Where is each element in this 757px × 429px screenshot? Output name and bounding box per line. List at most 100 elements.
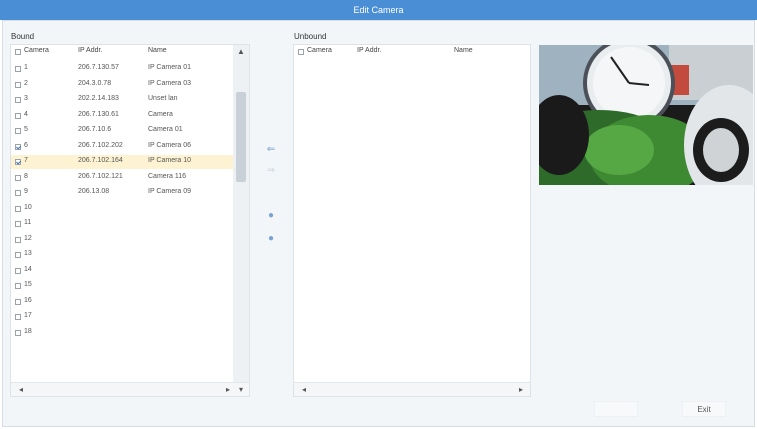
row-checkbox[interactable] bbox=[15, 267, 21, 274]
cell-ip: 206.13.08 bbox=[78, 188, 110, 195]
bound-table: Camera IP Addr. Name 1 206.7.130.57 IP Cam… bbox=[10, 44, 250, 397]
row-checkbox[interactable] bbox=[15, 221, 21, 227]
bound-table-header: Camera IP Addr. Name bbox=[11, 45, 249, 59]
table-row[interactable]: 4 206.7.130.61 Camera bbox=[11, 109, 233, 123]
cell-camera: 14 bbox=[24, 265, 32, 273]
cell-ip: 206.7.130.61 bbox=[78, 110, 119, 118]
row-checkbox[interactable] bbox=[15, 236, 21, 243]
scroll-up-icon[interactable]: ▲ bbox=[237, 47, 245, 56]
cell-name: Unset lan bbox=[148, 95, 178, 102]
table-row[interactable]: 13 bbox=[11, 248, 233, 262]
cell-camera: 8 bbox=[24, 172, 28, 180]
row-checkbox[interactable] bbox=[15, 97, 21, 103]
row-checkbox[interactable] bbox=[15, 174, 21, 181]
row-checkbox[interactable] bbox=[15, 298, 21, 305]
unbound-select-all-checkbox[interactable] bbox=[298, 49, 304, 55]
unbound-horizontal-scrollbar[interactable]: ◂ ▸ bbox=[294, 382, 530, 396]
bound-col-camera[interactable]: Camera bbox=[24, 47, 49, 54]
bound-scroll-thumb[interactable] bbox=[236, 91, 246, 182]
cell-camera: 9 bbox=[24, 188, 28, 195]
exit-button[interactable]: Exit bbox=[682, 401, 726, 417]
cell-name: IP Camera 06 bbox=[148, 141, 192, 149]
table-row[interactable]: 12 bbox=[11, 233, 233, 247]
move-up-icon: ● bbox=[267, 210, 275, 221]
row-checkbox[interactable] bbox=[15, 112, 21, 119]
table-row[interactable]: 7 206.7.102.164 IP Camera 10 bbox=[11, 155, 233, 169]
table-row[interactable]: 11 bbox=[11, 217, 233, 231]
row-checkbox[interactable] bbox=[15, 283, 21, 289]
table-row[interactable]: 14 bbox=[11, 264, 233, 278]
camera-preview bbox=[539, 45, 753, 185]
move-down-icon: ● bbox=[267, 233, 275, 244]
cell-name: IP Camera 10 bbox=[148, 157, 192, 164]
bound-col-name[interactable]: Name bbox=[148, 47, 167, 54]
scroll-right-icon[interactable]: ▸ bbox=[519, 385, 523, 394]
bound-select-all-checkbox[interactable] bbox=[15, 49, 21, 55]
table-row[interactable]: 2 204.3.0.78 IP Camera 03 bbox=[11, 78, 233, 92]
cell-name: Camera 116 bbox=[148, 172, 187, 180]
table-row[interactable]: 1 206.7.130.57 IP Camera 01 bbox=[11, 62, 233, 76]
row-checkbox[interactable] bbox=[15, 205, 21, 212]
unbound-col-camera[interactable]: Camera bbox=[307, 47, 332, 54]
scroll-right-icon[interactable]: ▸ bbox=[226, 385, 230, 394]
cell-camera: 2 bbox=[24, 79, 28, 87]
bound-vertical-scrollbar[interactable]: ▲ bbox=[233, 45, 249, 382]
unbound-table: Camera IP Addr. Name ◂ ▸ bbox=[293, 44, 531, 397]
arrow-right-icon: ⇒ bbox=[266, 165, 276, 176]
cell-camera: 10 bbox=[24, 203, 32, 211]
table-row[interactable]: 18 bbox=[11, 326, 233, 340]
row-checkbox[interactable] bbox=[15, 252, 21, 258]
cell-camera: 16 bbox=[24, 296, 32, 304]
cell-ip: 206.7.102.202 bbox=[78, 141, 123, 149]
table-row[interactable]: 8 206.7.102.121 Camera 116 bbox=[11, 171, 233, 185]
cell-camera: 3 bbox=[24, 95, 28, 102]
cell-camera: 17 bbox=[24, 312, 32, 319]
ok-button[interactable] bbox=[594, 401, 638, 417]
window-title: Edit Camera bbox=[0, 0, 757, 20]
row-checkbox[interactable] bbox=[15, 190, 21, 196]
table-row[interactable]: 15 bbox=[11, 279, 233, 293]
cell-ip: 206.7.102.121 bbox=[78, 172, 123, 180]
bound-horizontal-scrollbar[interactable]: ◂ ▸ ▾ bbox=[11, 382, 249, 396]
table-row[interactable]: 6 206.7.102.202 IP Camera 06 bbox=[11, 140, 233, 154]
table-row[interactable]: 16 bbox=[11, 295, 233, 309]
unbound-col-name[interactable]: Name bbox=[454, 47, 473, 54]
cell-camera: 5 bbox=[24, 126, 28, 133]
row-checkbox[interactable] bbox=[15, 329, 21, 336]
scroll-down-icon[interactable]: ▾ bbox=[239, 385, 243, 394]
unbound-col-ip[interactable]: IP Addr. bbox=[357, 47, 381, 54]
cell-ip: 204.3.0.78 bbox=[78, 79, 112, 87]
table-row[interactable]: 10 bbox=[11, 202, 233, 216]
bind-button[interactable]: ⇐ bbox=[262, 144, 280, 155]
cell-ip: 206.7.10.6 bbox=[78, 126, 112, 133]
cell-camera: 13 bbox=[24, 250, 32, 257]
row-checkbox[interactable] bbox=[15, 81, 21, 88]
cell-camera: 18 bbox=[24, 327, 32, 335]
table-row[interactable]: 17 bbox=[11, 310, 233, 324]
table-row[interactable]: 5 206.7.10.6 Camera 01 bbox=[11, 124, 233, 138]
move-up-button[interactable]: ● bbox=[262, 210, 280, 221]
scroll-left-icon[interactable]: ◂ bbox=[302, 385, 306, 394]
cell-camera: 15 bbox=[24, 281, 32, 288]
table-row[interactable]: 9 206.13.08 IP Camera 09 bbox=[11, 186, 233, 200]
row-checkbox[interactable] bbox=[15, 159, 21, 165]
arrow-left-icon: ⇐ bbox=[266, 144, 276, 155]
move-down-button[interactable]: ● bbox=[262, 233, 280, 244]
cell-ip: 202.2.14.183 bbox=[78, 95, 119, 102]
unbound-label: Unbound bbox=[294, 32, 327, 41]
row-checkbox[interactable] bbox=[15, 143, 21, 150]
row-checkbox[interactable] bbox=[15, 66, 21, 72]
row-checkbox[interactable] bbox=[15, 128, 21, 134]
row-checkbox[interactable] bbox=[15, 314, 21, 320]
scroll-left-icon[interactable]: ◂ bbox=[19, 385, 23, 394]
unbind-button[interactable]: ⇒ bbox=[262, 165, 280, 176]
cell-camera: 1 bbox=[24, 64, 28, 71]
cell-ip: 206.7.102.164 bbox=[78, 157, 123, 164]
cell-name: Camera 01 bbox=[148, 126, 183, 133]
bound-col-ip[interactable]: IP Addr. bbox=[78, 47, 102, 54]
unbound-table-header: Camera IP Addr. Name bbox=[294, 45, 530, 59]
cell-camera: 7 bbox=[24, 157, 28, 164]
table-row[interactable]: 3 202.2.14.183 Unset lan bbox=[11, 93, 233, 107]
bound-label: Bound bbox=[11, 32, 35, 41]
cell-camera: 11 bbox=[24, 219, 32, 226]
